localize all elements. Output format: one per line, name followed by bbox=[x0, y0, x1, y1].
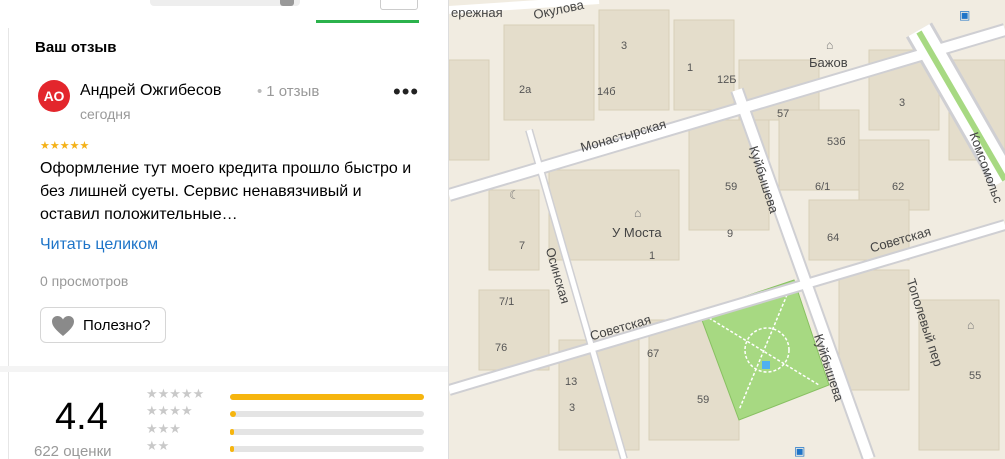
house-number: 64 bbox=[827, 232, 840, 244]
map-view[interactable]: Окулова Монастырская Куйбышева Куйбышева… bbox=[449, 0, 1005, 459]
read-more-link[interactable]: Читать целиком bbox=[40, 236, 158, 254]
author-review-count: • 1 отзыв bbox=[253, 83, 319, 100]
house-number: 13 bbox=[565, 376, 578, 388]
house-number: 53б bbox=[827, 136, 846, 148]
views-count: 0 просмотров bbox=[40, 273, 129, 289]
rating-bar-fill bbox=[230, 394, 424, 400]
rating-bar-stars: ★★★★ bbox=[146, 403, 193, 418]
rating-bar-stars: ★★★ bbox=[146, 421, 181, 436]
section-title: Ваш отзыв bbox=[35, 39, 117, 56]
rating-bar-fill bbox=[230, 411, 236, 417]
rating-bar-fill bbox=[230, 446, 234, 452]
author-name[interactable]: Андрей Ожгибесов bbox=[80, 82, 221, 100]
top-right-control[interactable] bbox=[380, 0, 418, 10]
house-number: 76 bbox=[495, 342, 508, 354]
rating-bar-track bbox=[230, 429, 424, 435]
tab-icon bbox=[280, 0, 294, 6]
more-options-icon[interactable]: ••• bbox=[393, 81, 419, 103]
house-number: 3 bbox=[569, 402, 576, 414]
museum-icon[interactable]: ⌂ bbox=[634, 206, 641, 220]
rating-count: 622 оценки bbox=[34, 443, 112, 459]
rating-bar-track bbox=[230, 446, 424, 452]
rating-bar-fill bbox=[230, 429, 234, 435]
rating-bar-4: ★★★★ bbox=[146, 403, 426, 420]
house-number: 1 bbox=[649, 250, 656, 262]
house-number: 59 bbox=[697, 394, 710, 406]
heart-icon bbox=[52, 316, 74, 336]
rating-bar-stars: ★★★★★ bbox=[146, 386, 205, 401]
rating-bar-track bbox=[230, 394, 424, 400]
house-number: 14б bbox=[597, 86, 616, 98]
house-number: 2а bbox=[519, 84, 532, 96]
house-number: 59 bbox=[725, 181, 738, 193]
review-date: сегодня bbox=[80, 106, 131, 122]
house-number: 3 bbox=[621, 40, 628, 52]
rating-bar-2: ★★ bbox=[146, 438, 426, 455]
house-number: 62 bbox=[892, 181, 905, 193]
place-label[interactable]: У Моста bbox=[612, 225, 662, 240]
average-rating: 4.4 bbox=[55, 396, 108, 438]
house-number: 3 bbox=[899, 97, 906, 109]
house-number: 7 bbox=[519, 240, 526, 252]
useful-button[interactable]: Полезно? bbox=[40, 307, 166, 343]
street-label: ережная bbox=[451, 5, 503, 20]
house-number: 1 bbox=[687, 62, 694, 74]
avatar[interactable]: АО bbox=[38, 80, 70, 112]
house-number: 67 bbox=[647, 348, 660, 360]
review-text: Оформление тут моего кредита прошло быст… bbox=[40, 160, 412, 223]
house-number: 9 bbox=[727, 228, 734, 240]
review-count-text: 1 отзыв bbox=[266, 83, 320, 100]
house-number: 7/1 bbox=[499, 296, 515, 308]
section-divider bbox=[0, 366, 448, 372]
separator-dot: • bbox=[257, 83, 263, 100]
review-stars: ★★★★★ bbox=[40, 140, 90, 152]
house-number: 12Б bbox=[717, 74, 737, 86]
useful-label: Полезно? bbox=[83, 317, 151, 334]
panel-left-border bbox=[8, 28, 9, 459]
place-label[interactable]: Бажов bbox=[809, 55, 848, 70]
place-icon[interactable]: ☾ bbox=[509, 188, 520, 202]
house-number: 57 bbox=[777, 108, 790, 120]
museum-icon[interactable]: ⌂ bbox=[826, 38, 833, 52]
bus-stop-icon[interactable]: ▣ bbox=[959, 8, 970, 22]
rating-bar-track bbox=[230, 411, 424, 417]
review-panel: Ваш отзыв АО Андрей Ожгибесов • 1 отзыв с… bbox=[0, 0, 449, 459]
bus-stop-icon[interactable]: ▣ bbox=[794, 444, 805, 458]
house-number: 6/1 bbox=[815, 181, 831, 193]
tab-faded[interactable] bbox=[150, 0, 300, 6]
rating-bar-stars: ★★ bbox=[146, 438, 170, 453]
rating-bar-5: ★★★★★ bbox=[146, 386, 426, 403]
rating-bar-3: ★★★ bbox=[146, 421, 426, 438]
top-tabs bbox=[0, 0, 448, 30]
place-icon[interactable]: ⌂ bbox=[967, 318, 974, 332]
house-number: 55 bbox=[969, 370, 982, 382]
active-tab-underline bbox=[316, 20, 419, 23]
